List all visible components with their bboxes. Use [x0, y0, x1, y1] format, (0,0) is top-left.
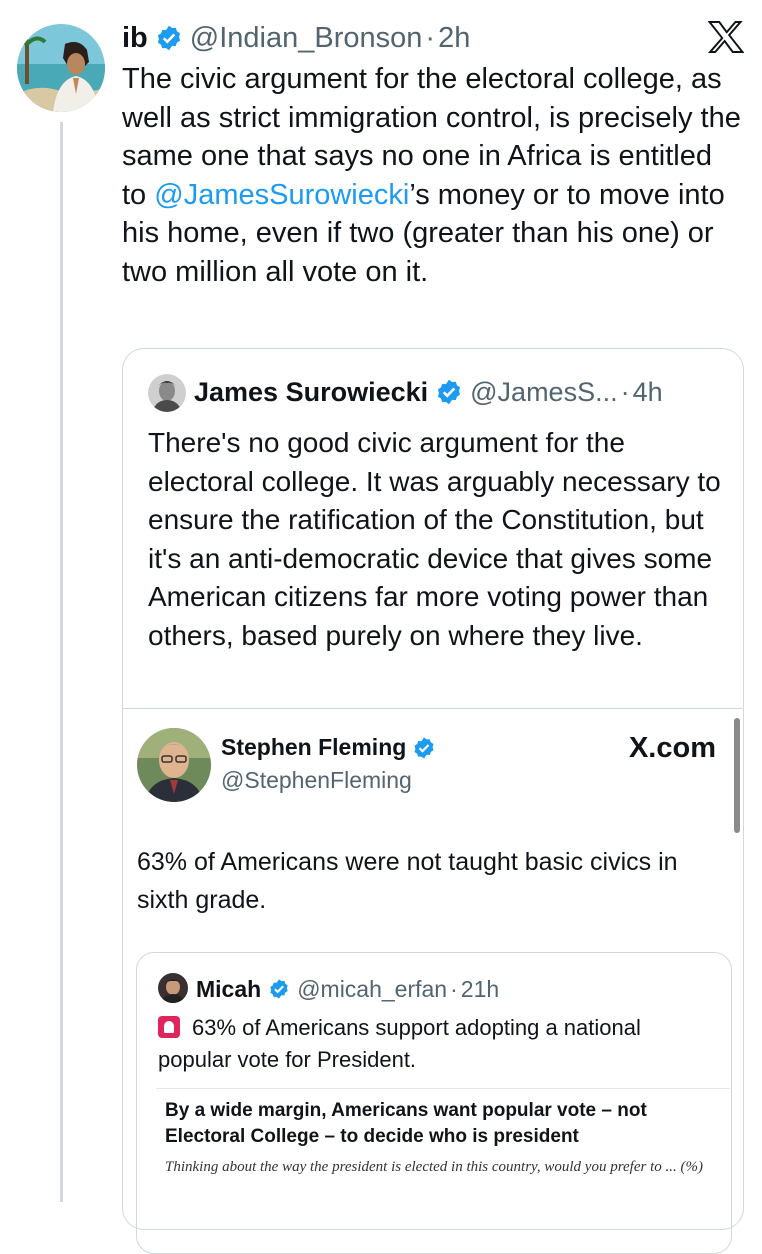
verified-badge-icon	[412, 736, 436, 760]
siren-icon	[158, 1016, 180, 1038]
verified-badge-icon	[155, 24, 183, 52]
nested-author-handle[interactable]: @micah_erfan	[297, 976, 447, 1003]
quoted-tweet-text: There's no good civic argument for the e…	[148, 427, 721, 651]
source-label[interactable]: X.com	[629, 732, 716, 765]
media-subtitle: Thinking about the way the president is …	[165, 1159, 703, 1175]
x-logo-icon[interactable]	[707, 18, 745, 64]
scrollbar[interactable]	[734, 718, 740, 833]
quoted-author-handle[interactable]: @JamesS...	[470, 377, 617, 408]
separator-dot: ·	[425, 21, 436, 54]
embed-author-avatar[interactable]	[137, 728, 211, 802]
quoted-author-avatar[interactable]	[148, 374, 186, 412]
nested-author-name[interactable]: Micah	[196, 976, 261, 1003]
thread-line	[60, 122, 63, 1202]
card-divider	[123, 708, 742, 709]
author-handle[interactable]: @Indian_Bronson	[190, 22, 423, 55]
quoted-timestamp[interactable]: 4h	[633, 377, 663, 408]
tweet-text: The civic argument for the electoral col…	[122, 63, 741, 288]
nested-tweet-text: 63% of Americans support adopting a nati…	[158, 1015, 641, 1072]
mention-link[interactable]: @JamesSurowiecki	[154, 179, 409, 211]
quoted-tweet-header: James Surowiecki @JamesS... · 4h	[194, 372, 663, 412]
quoted-author-name[interactable]: James Surowiecki	[194, 377, 428, 408]
author-name[interactable]: ib	[122, 22, 148, 55]
embed-tweet-text: 63% of Americans were not taught basic c…	[137, 848, 678, 914]
nested-tweet-header: Micah @micah_erfan · 21h	[196, 971, 499, 1007]
author-avatar[interactable]	[17, 24, 105, 112]
embed-author-handle[interactable]: @StephenFleming	[221, 767, 412, 794]
separator-dot: ·	[450, 975, 458, 1002]
verified-badge-icon	[435, 378, 463, 406]
embed-author-name[interactable]: Stephen Fleming	[221, 734, 443, 761]
nested-timestamp[interactable]: 21h	[461, 976, 499, 1003]
media-headline: By a wide margin, Americans want popular…	[165, 1100, 647, 1147]
tweet-header: ib @Indian_Bronson · 2h	[122, 18, 470, 58]
verified-badge-icon	[268, 978, 290, 1000]
separator-dot: ·	[620, 376, 630, 407]
timestamp[interactable]: 2h	[438, 22, 470, 55]
nested-author-avatar[interactable]	[158, 973, 188, 1003]
